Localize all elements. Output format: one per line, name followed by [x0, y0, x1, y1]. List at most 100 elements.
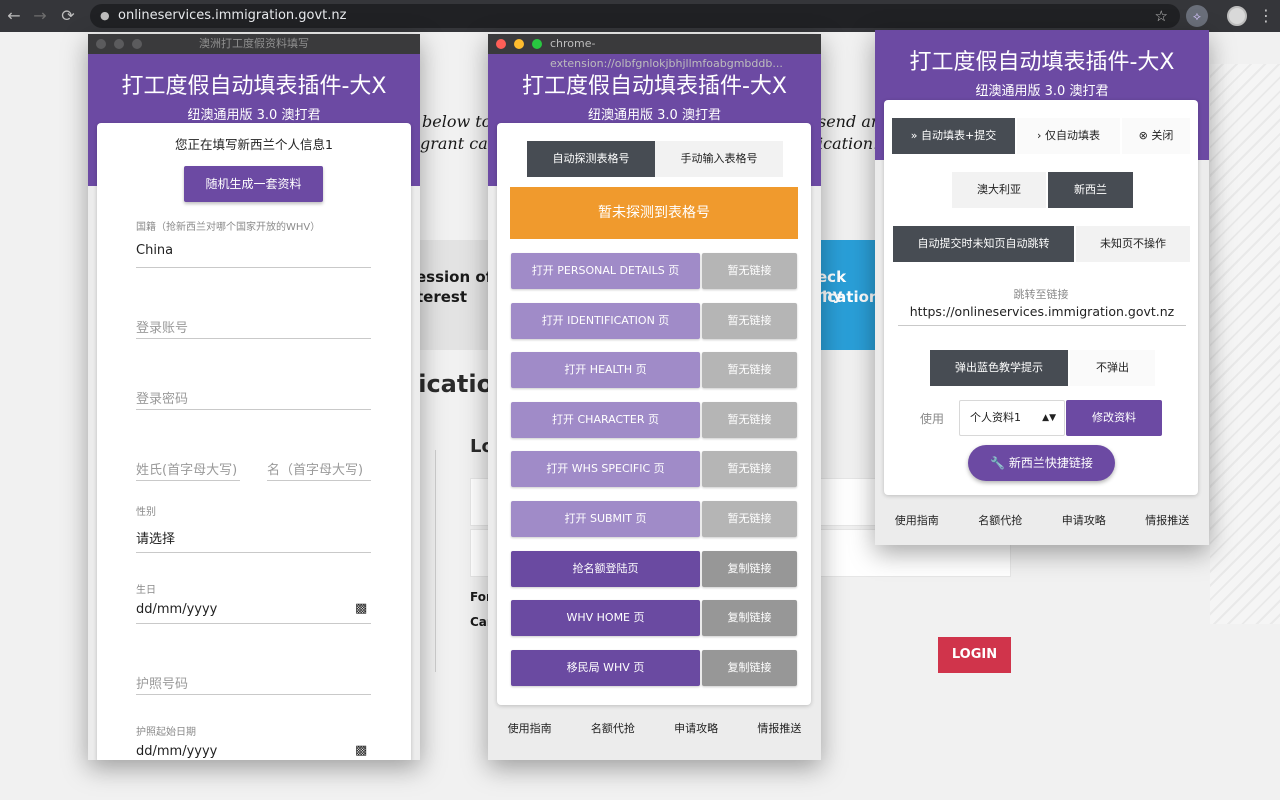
no-link-button[interactable]: 暂无链接: [702, 253, 797, 289]
mode-fill-only-label: 仅自动填表: [1044, 129, 1100, 142]
no-link-button[interactable]: 暂无链接: [702, 303, 797, 339]
form-heading: 您正在填写新西兰个人信息1: [175, 137, 333, 152]
open-personal-details-button[interactable]: 打开 PERSONAL DETAILS 页: [511, 253, 700, 289]
jump-link-label: 跳转至链接: [1013, 288, 1069, 301]
tip-show-button[interactable]: 弹出蓝色教学提示: [930, 350, 1068, 386]
footer-guide-link[interactable]: 使用指南: [895, 512, 939, 528]
login-button[interactable]: LOGIN: [938, 637, 1011, 673]
passport-start-input[interactable]: dd/mm/yyyy: [136, 744, 217, 759]
footer-strategy-link[interactable]: 申请攻略: [1062, 512, 1106, 528]
bookmark-star-icon[interactable]: ☆: [1155, 4, 1168, 28]
settings-window: 打工度假自动填表插件-大X 纽澳通用版 3.0 澳打君 » 自动填表+提交 › …: [875, 30, 1209, 545]
birthday-input[interactable]: dd/mm/yyyy: [136, 602, 217, 617]
header-subtitle: 纽澳通用版 3.0 澳打君: [588, 108, 721, 123]
bg-blue-card[interactable]: eck my lication: [817, 240, 880, 350]
close-circle-icon: ⊗: [1138, 129, 1148, 142]
address-bar[interactable]: ● onlineservices.immigration.govt.nz ☆: [90, 4, 1180, 28]
mode-close-button[interactable]: ⊗ 关闭: [1122, 118, 1190, 154]
gender-select[interactable]: 请选择: [136, 528, 175, 547]
profile-select[interactable]: 个人资料1 ▲▼: [959, 400, 1065, 436]
passport-number-input[interactable]: 护照号码: [136, 673, 188, 692]
login-account-underline: [136, 338, 371, 339]
minimize-dot[interactable]: [114, 39, 124, 49]
footer-guide-link[interactable]: 使用指南: [508, 720, 552, 736]
no-link-button[interactable]: 暂无链接: [702, 352, 797, 388]
copy-link-button[interactable]: 复制链接: [702, 600, 797, 636]
open-identification-button[interactable]: 打开 IDENTIFICATION 页: [511, 303, 700, 339]
forward-icon[interactable]: →: [30, 6, 50, 26]
bg-text-4: ication.: [818, 134, 879, 153]
login-password-input[interactable]: 登录密码: [136, 388, 188, 407]
unknown-page-none-button[interactable]: 未知页不操作: [1076, 226, 1190, 262]
tab-auto-detect[interactable]: 自动探测表格号: [527, 141, 655, 177]
select-arrows-icon: ▲▼: [1042, 413, 1056, 423]
nationality-input[interactable]: China: [136, 243, 173, 258]
immigration-whv-button[interactable]: 移民局 WHV 页: [511, 650, 700, 686]
profile-select-value: 个人资料1: [970, 411, 1021, 424]
whv-home-button[interactable]: WHV HOME 页: [511, 600, 700, 636]
decorative-pattern: [1210, 64, 1280, 624]
bg-text-3: send an: [818, 112, 882, 131]
gender-underline: [136, 552, 371, 553]
header-subtitle: 纽澳通用版 3.0 澳打君: [975, 84, 1109, 99]
bg-blue-title-2: lication: [817, 288, 880, 306]
calendar-icon[interactable]: ▩: [355, 743, 367, 758]
surname-underline: [136, 480, 240, 481]
mode-fill-only-button[interactable]: › 仅自动填表: [1017, 118, 1120, 154]
copy-link-button[interactable]: 复制链接: [702, 650, 797, 686]
close-dot[interactable]: [96, 39, 106, 49]
open-submit-button[interactable]: 打开 SUBMIT 页: [511, 501, 700, 537]
open-whs-specific-button[interactable]: 打开 WHS SPECIFIC 页: [511, 451, 700, 487]
copy-link-button[interactable]: 复制链接: [702, 551, 797, 587]
window3-footer: 使用指南 名额代抢 申请攻略 情报推送: [875, 512, 1209, 528]
given-name-input[interactable]: 名（首字母大写): [267, 459, 363, 478]
lock-icon: ●: [100, 9, 110, 22]
jump-link-input[interactable]: https://onlineservices.immigration.govt.…: [898, 304, 1186, 319]
menu-icon[interactable]: ⋮: [1258, 6, 1274, 26]
zoom-dot[interactable]: [532, 39, 542, 49]
country-newzealand-button[interactable]: 新西兰: [1048, 172, 1133, 208]
unknown-page-jump-button[interactable]: 自动提交时未知页自动跳转: [893, 226, 1074, 262]
bg-heading: licatio: [410, 370, 494, 398]
footer-quota-link[interactable]: 名额代抢: [978, 512, 1022, 528]
jump-link-underline: [898, 325, 1186, 326]
footer-news-link[interactable]: 情报推送: [757, 720, 801, 736]
given-name-underline: [267, 480, 371, 481]
mode-fill-submit-button[interactable]: » 自动填表+提交: [892, 118, 1015, 154]
birthday-underline: [136, 623, 371, 624]
no-link-button[interactable]: 暂无链接: [702, 402, 797, 438]
no-link-button[interactable]: 暂无链接: [702, 501, 797, 537]
window2-titlebar: chrome-extension://olbfgnlokjbhjllmfoabg…: [488, 34, 821, 70]
tip-hide-button[interactable]: 不弹出: [1070, 350, 1155, 386]
chevron-right-icon: ›: [1037, 129, 1042, 142]
reload-icon[interactable]: ⟳: [58, 6, 78, 26]
nationality-underline: [136, 267, 371, 268]
profile-avatar[interactable]: [1227, 6, 1247, 26]
footer-quota-link[interactable]: 名额代抢: [591, 720, 635, 736]
country-australia-button[interactable]: 澳大利亚: [952, 172, 1046, 208]
edit-profile-button[interactable]: 修改资料: [1066, 400, 1162, 436]
tab-manual-input[interactable]: 手动输入表格号: [655, 141, 783, 177]
bg-card-title-2: terest: [416, 288, 468, 306]
minimize-dot[interactable]: [514, 39, 524, 49]
passport-start-label: 护照起始日期: [136, 727, 196, 738]
zoom-dot[interactable]: [132, 39, 142, 49]
use-label: 使用: [920, 412, 945, 426]
quota-login-page-button[interactable]: 抢名额登陆页: [511, 551, 700, 587]
footer-news-link[interactable]: 情报推送: [1145, 512, 1189, 528]
random-profile-button[interactable]: 随机生成一套资料: [184, 166, 323, 202]
nz-quick-link-button[interactable]: 🔧 新西兰快捷链接: [968, 445, 1115, 481]
back-icon[interactable]: ←: [4, 6, 24, 26]
detection-status-banner: 暂未探测到表格号: [510, 187, 798, 239]
calendar-icon[interactable]: ▩: [355, 601, 367, 616]
url-text: onlineservices.immigration.govt.nz: [118, 8, 347, 23]
open-health-button[interactable]: 打开 HEALTH 页: [511, 352, 700, 388]
surname-input[interactable]: 姓氏(首字母大写): [136, 459, 237, 478]
birthday-label: 生日: [136, 585, 156, 596]
no-link-button[interactable]: 暂无链接: [702, 451, 797, 487]
extension-icon[interactable]: ⟡: [1186, 5, 1208, 27]
footer-strategy-link[interactable]: 申请攻略: [674, 720, 718, 736]
close-dot[interactable]: [496, 39, 506, 49]
open-character-button[interactable]: 打开 CHARACTER 页: [511, 402, 700, 438]
login-account-input[interactable]: 登录账号: [136, 317, 188, 336]
